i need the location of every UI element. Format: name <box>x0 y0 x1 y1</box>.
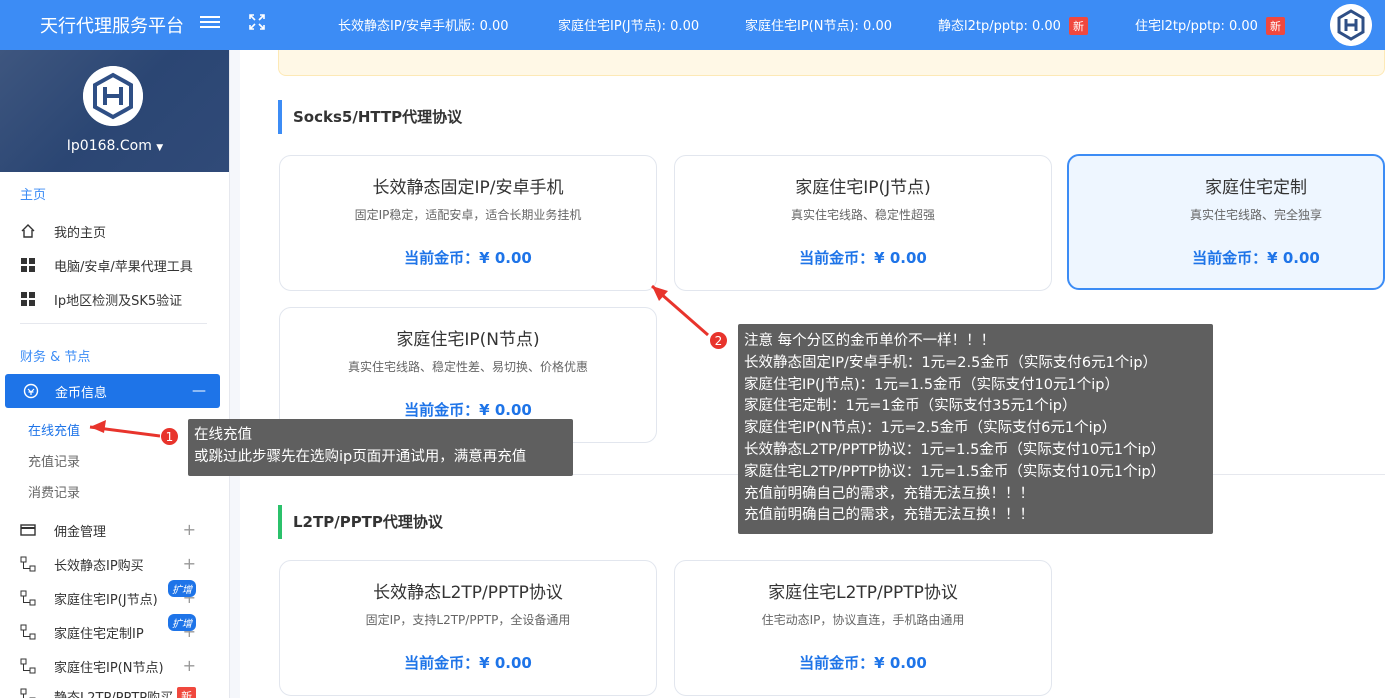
stat-static-l2tp: 静态l2tp/pptp: 0.00 新 <box>938 15 1088 35</box>
grid-icon <box>21 258 35 272</box>
nav-my-home[interactable]: 我的主页 <box>20 217 220 245</box>
profile-panel: Ip0168.Com ▼ <box>0 50 229 172</box>
expand-badge: 扩增 <box>168 580 196 597</box>
card-coin: 当前金币：¥ 0.00 <box>404 654 532 672</box>
stat-static-ip: 长效静态IP/安卓手机版: 0.00 <box>338 19 509 34</box>
expand-icon[interactable]: + <box>183 520 196 539</box>
product-card-static-l2tp[interactable]: 长效静态L2TP/PPTP协议 固定IP，支持L2TP/PPTP，全设备通用 当… <box>279 560 657 696</box>
tour-tooltip-recharge: 在线充值 或跳过此步骤先在选购ip页面开通试用，满意再充值 <box>188 419 573 476</box>
profile-username[interactable]: Ip0168.Com ▼ <box>0 138 229 154</box>
new-badge: 新 <box>177 687 197 698</box>
fullscreen-icon[interactable] <box>248 13 266 31</box>
sub-consume-record[interactable]: 消费记录 <box>28 482 80 501</box>
collapse-icon[interactable]: — <box>192 383 206 399</box>
sidebar: Ip0168.Com ▼ 主页 我的主页 电脑/安卓/苹果代理工具 Ip地区检测… <box>0 50 230 698</box>
sub-online-recharge[interactable]: 在线充值 <box>28 420 80 439</box>
tour-marker-1: 1 <box>160 427 179 446</box>
card-desc: 住宅动态IP，协议直连，手机路由通用 <box>761 613 965 627</box>
card-desc: 真实住宅线路、稳定性差、易切换、价格优惠 <box>347 360 588 374</box>
stat-home-l2tp: 住宅l2tp/pptp: 0.00 新 <box>1135 15 1285 35</box>
expand-icon[interactable]: + <box>183 656 196 675</box>
brand-title: 天行代理服务平台 <box>40 16 184 37</box>
nav-coin-info[interactable]: 金币信息 — <box>5 374 220 408</box>
card-icon <box>20 524 36 536</box>
sub-recharge-record[interactable]: 充值记录 <box>28 451 80 470</box>
stat-home-n: 家庭住宅IP(N节点): 0.00 <box>745 19 892 34</box>
expand-badge: 扩增 <box>168 614 196 631</box>
product-card-home-j[interactable]: 家庭住宅IP(J节点) 真实住宅线路、稳定性超强 当前金币：¥ 0.00 <box>674 155 1052 291</box>
new-badge: 新 <box>1265 17 1285 35</box>
card-coin: 当前金币：¥ 0.00 <box>799 249 927 267</box>
user-avatar[interactable] <box>1330 4 1372 46</box>
new-badge: 新 <box>1068 17 1088 35</box>
card-coin: 当前金币：¥ 0.00 <box>404 401 532 419</box>
expand-icon[interactable]: + <box>183 554 196 573</box>
sidebar-divider <box>20 323 207 324</box>
group-finance-title: 财务 & 节点 <box>20 350 91 365</box>
card-coin: 当前金币：¥ 0.00 <box>404 249 532 267</box>
home-icon <box>21 224 35 238</box>
top-bar: 天行代理服务平台 长效静态IP/安卓手机版: 0.00 家庭住宅IP(J节点):… <box>0 0 1385 50</box>
notice-banner <box>278 50 1385 76</box>
grid-icon <box>21 292 35 306</box>
nav-proxy-tools[interactable]: 电脑/安卓/苹果代理工具 <box>20 251 220 279</box>
nav-static-l2tp-buy[interactable]: 静态L2TP/PPTP购买 新 <box>20 682 220 698</box>
product-card-static-ip[interactable]: 长效静态固定IP/安卓手机 固定IP稳定，适配安卓，适合长期业务挂机 当前金币：… <box>279 155 657 291</box>
card-coin: 当前金币：¥ 0.00 <box>799 654 927 672</box>
hamburger-menu-icon[interactable] <box>200 13 220 33</box>
tour-marker-2: 2 <box>709 331 728 350</box>
card-desc: 真实住宅线路、完全独享 <box>1189 208 1322 222</box>
section-title-socks5: Socks5/HTTP代理协议 <box>278 100 462 134</box>
product-card-home-l2tp[interactable]: 家庭住宅L2TP/PPTP协议 住宅动态IP，协议直连，手机路由通用 当前金币：… <box>674 560 1052 696</box>
product-card-home-custom[interactable]: 家庭住宅定制 真实住宅线路、完全独享 当前金币：¥ 0.00 <box>1067 154 1385 290</box>
caret-down-icon: ▼ <box>156 143 164 153</box>
profile-avatar <box>83 66 143 126</box>
network-icon <box>20 624 36 640</box>
card-title: 家庭住宅L2TP/PPTP协议 <box>768 583 958 603</box>
tour-tooltip-pricing: 注意 每个分区的金币单价不一样！！！ 长效静态固定IP/安卓手机：1元=2.5金… <box>738 324 1213 534</box>
network-icon <box>20 590 36 606</box>
section-title-l2tp: L2TP/PPTP代理协议 <box>278 505 443 539</box>
card-title: 家庭住宅定制 <box>1205 178 1307 198</box>
card-title: 长效静态固定IP/安卓手机 <box>372 178 564 198</box>
nav-static-ip-buy[interactable]: 长效静态IP购买 + <box>20 550 220 578</box>
group-home-title: 主页 <box>20 188 47 203</box>
nav-home-n[interactable]: 家庭住宅IP(N节点) + <box>20 652 220 680</box>
card-title: 长效静态L2TP/PPTP协议 <box>373 583 563 603</box>
network-icon <box>20 556 36 572</box>
stat-home-j: 家庭住宅IP(J节点): 0.00 <box>558 19 700 34</box>
coin-icon <box>23 383 39 399</box>
card-desc: 固定IP，支持L2TP/PPTP，全设备通用 <box>365 613 571 627</box>
nav-commission[interactable]: 佣金管理 + <box>20 516 220 544</box>
card-title: 家庭住宅IP(J节点) <box>795 178 931 198</box>
card-desc: 固定IP稳定，适配安卓，适合长期业务挂机 <box>354 208 582 222</box>
network-icon <box>20 688 36 698</box>
card-title: 家庭住宅IP(N节点) <box>396 330 540 350</box>
card-desc: 真实住宅线路、稳定性超强 <box>790 208 935 222</box>
card-coin: 当前金币：¥ 0.00 <box>1192 249 1320 267</box>
nav-ip-check[interactable]: Ip地区检测及SK5验证 <box>20 285 220 313</box>
network-icon <box>20 658 36 674</box>
